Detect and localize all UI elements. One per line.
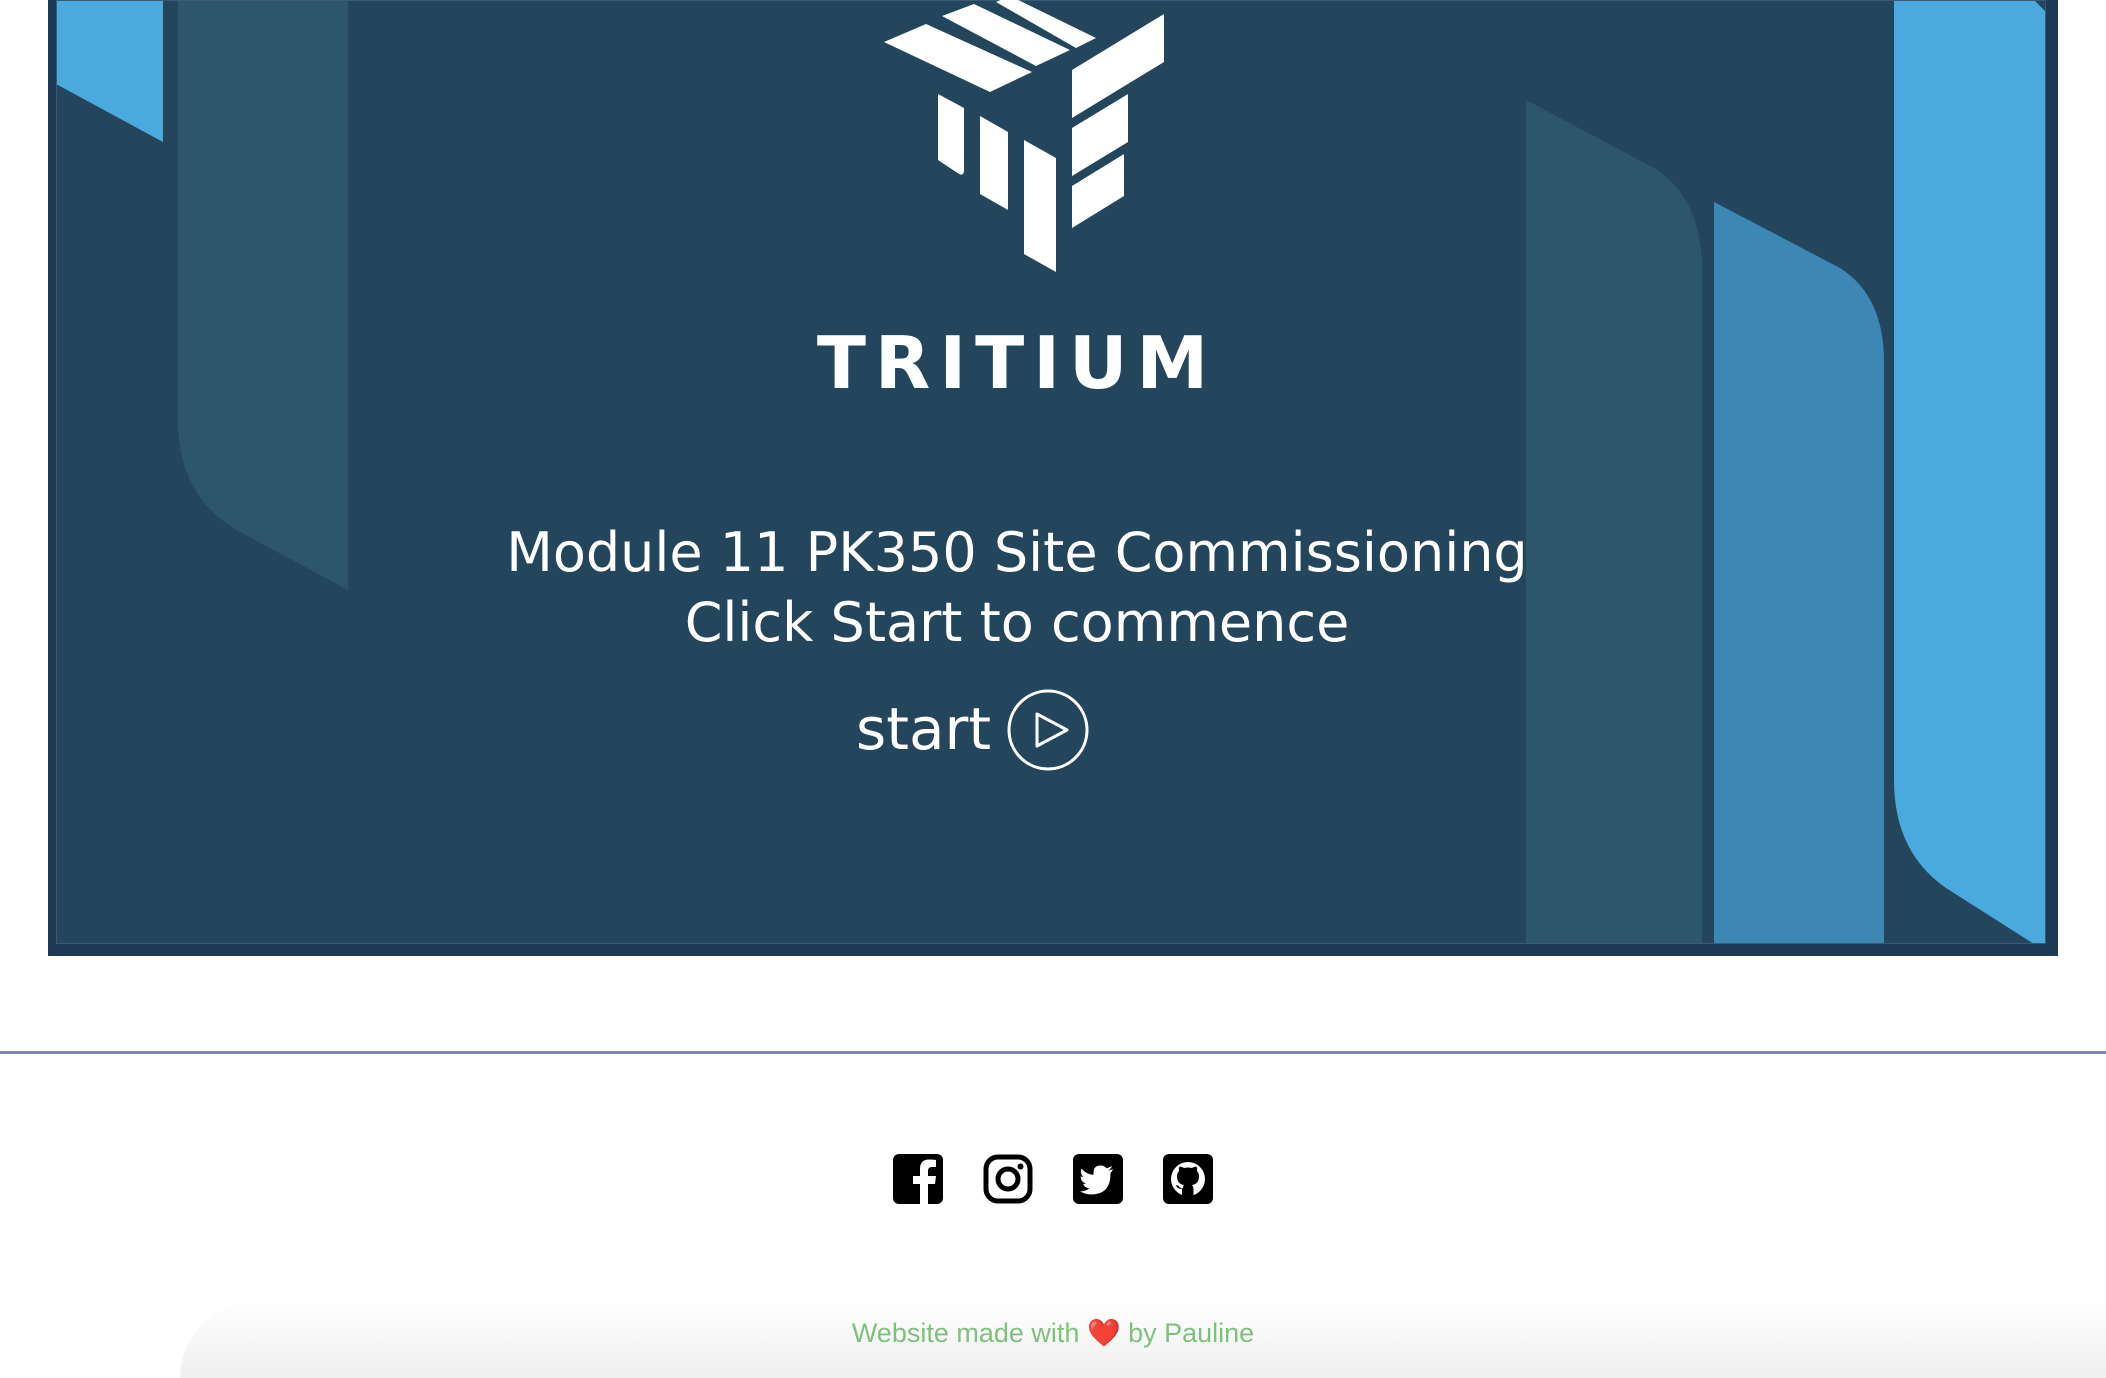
module-title: Module 11 PK350 Site Commissioning xyxy=(506,521,1528,584)
facebook-icon xyxy=(893,1154,943,1204)
course-player-frame: TRITIUM Module 11 PK350 Site Commissioni… xyxy=(48,0,2058,956)
title-slide: TRITIUM Module 11 PK350 Site Commissioni… xyxy=(56,0,2046,944)
github-link[interactable] xyxy=(1163,1154,1213,1206)
start-instruction: Click Start to commence xyxy=(684,591,1350,654)
twitter-link[interactable] xyxy=(1073,1154,1123,1206)
twitter-icon xyxy=(1073,1154,1123,1204)
page: TRITIUM Module 11 PK350 Site Commissioni… xyxy=(0,0,2106,1378)
tritium-logo-icon xyxy=(884,0,1164,272)
social-links xyxy=(0,1154,2106,1206)
github-icon xyxy=(1163,1154,1213,1204)
start-button[interactable]: start xyxy=(856,686,1146,774)
credit-prefix: Website made with xyxy=(851,1318,1080,1348)
facebook-link[interactable] xyxy=(893,1154,943,1206)
heart-icon: ❤️ xyxy=(1086,1318,1121,1348)
play-circle-icon xyxy=(1007,689,1089,771)
footer-credit: Website made with ❤️ by Pauline xyxy=(0,1316,2106,1350)
brand-name: TRITIUM xyxy=(816,321,1218,405)
instagram-link[interactable] xyxy=(983,1154,1033,1206)
credit-suffix: by Pauline xyxy=(1128,1318,1255,1348)
footer-divider xyxy=(0,1051,2106,1054)
start-button-label: start xyxy=(856,695,992,763)
instagram-icon xyxy=(983,1154,1033,1204)
